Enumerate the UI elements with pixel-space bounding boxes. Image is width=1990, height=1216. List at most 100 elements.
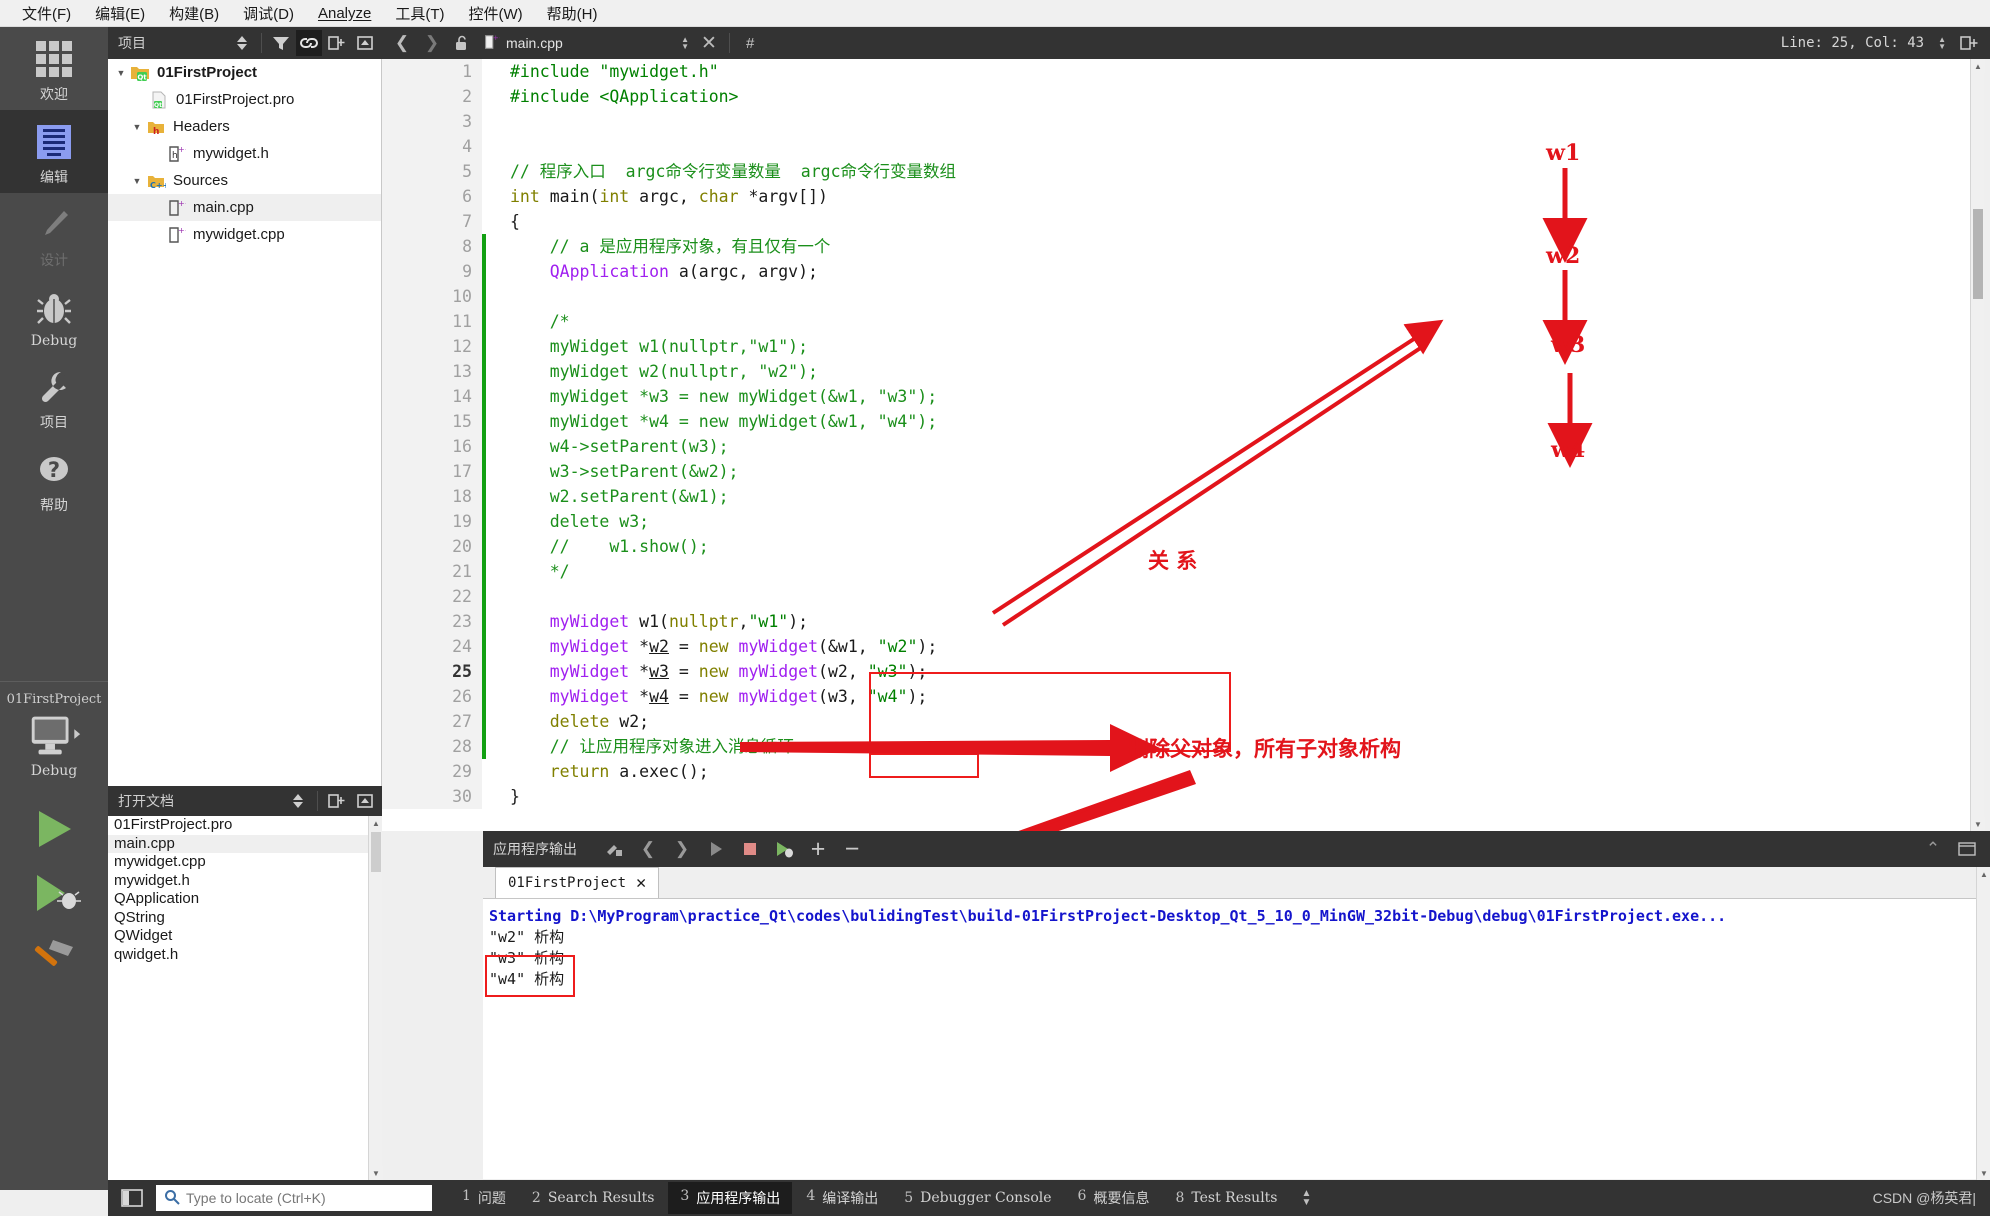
kit-selector[interactable]: 01FirstProject Debug xyxy=(0,681,108,779)
scroll-down-arrow-icon[interactable]: ▼ xyxy=(369,1166,383,1180)
pane-tab-issues[interactable]: 1 问题 xyxy=(450,1182,518,1214)
output-scrollbar[interactable]: ▲ ▼ xyxy=(1976,867,1990,1180)
menu-item-file[interactable]: 文件(F) xyxy=(10,0,83,27)
code-line: delete w3; xyxy=(549,512,650,531)
start-debugging-button[interactable] xyxy=(19,865,89,921)
sidebar-item-design[interactable]: 设计 xyxy=(0,193,108,276)
sidebar-item-projects[interactable]: 项目 xyxy=(0,355,108,438)
list-item[interactable]: main.cpp xyxy=(108,834,381,853)
chevron-down-icon[interactable]: ▼ xyxy=(130,120,144,134)
split-editor-icon[interactable] xyxy=(1956,30,1984,56)
scrollbar-thumb[interactable] xyxy=(1973,209,1983,299)
pane-tab-test-results[interactable]: 8 Test Results xyxy=(1163,1184,1289,1212)
play-icon[interactable] xyxy=(701,835,731,863)
tree-item-headers[interactable]: ▼ h Headers xyxy=(108,113,381,140)
link-sync-icon[interactable] xyxy=(296,30,322,56)
sidebar-item-welcome[interactable]: 欢迎 xyxy=(0,27,108,110)
list-item[interactable]: 01FirstProject.pro xyxy=(108,816,381,835)
split-add-icon[interactable] xyxy=(324,788,350,814)
close-x-icon[interactable]: ✕ xyxy=(636,873,646,893)
editor-scrollbar[interactable]: ▲ ▼ xyxy=(1970,59,1985,831)
output-tab-label: 01FirstProject xyxy=(508,875,627,891)
chevron-left-icon[interactable]: ❮ xyxy=(388,30,416,56)
updown-stepper-icon[interactable]: ▲ ▼ xyxy=(681,36,689,51)
chevron-down-icon[interactable]: ▼ xyxy=(130,174,144,188)
code-line: myWidget *w3 = new myWidget(&w1, "w3"); xyxy=(549,387,938,406)
code-editor[interactable]: 1 2 3 4 5 6 7 8 9 10 11 12 13 14 15 16 1… xyxy=(382,59,1970,831)
chevron-right-icon[interactable]: ❯ xyxy=(418,30,446,56)
sidebar-toggle-icon[interactable] xyxy=(116,1185,148,1211)
tree-item-pro-file[interactable]: Qt 01FirstProject.pro xyxy=(108,86,381,113)
collapse-icon[interactable] xyxy=(352,30,378,56)
code-area[interactable]: 1 2 3 4 5 6 7 8 9 10 11 12 13 14 15 16 1… xyxy=(382,59,1970,809)
list-item[interactable]: qwidget.h xyxy=(108,946,381,965)
list-item[interactable]: QString xyxy=(108,909,381,928)
collapse-icon[interactable] xyxy=(352,788,378,814)
sort-stepper-icon[interactable] xyxy=(229,30,255,56)
list-item[interactable]: mywidget.cpp xyxy=(108,853,381,872)
project-tree[interactable]: ▼ Qt 01FirstProject Qt 01FirstProject.pr… xyxy=(108,59,382,786)
pane-tab-compile-output[interactable]: 4 编译输出 xyxy=(794,1182,890,1214)
menu-item-window[interactable]: 控件(W) xyxy=(457,0,535,27)
tree-item-main-cpp[interactable]: ++ main.cpp xyxy=(108,194,381,221)
filter-icon[interactable] xyxy=(268,30,294,56)
scroll-up-arrow-icon[interactable]: ▲ xyxy=(1977,867,1990,881)
open-documents-scrollbar[interactable]: ▲ ▼ xyxy=(368,816,383,1180)
prev-icon[interactable]: ❮ xyxy=(633,835,663,863)
scrollbar-thumb[interactable] xyxy=(371,832,381,872)
menu-item-build[interactable]: 构建(B) xyxy=(157,0,231,27)
stop-icon[interactable] xyxy=(735,835,765,863)
output-tab-project[interactable]: 01FirstProject ✕ xyxy=(495,867,660,898)
rerun-debug-icon[interactable] xyxy=(769,835,799,863)
tree-item-sources[interactable]: ▼ C++ Sources xyxy=(108,167,381,194)
scroll-down-arrow-icon[interactable]: ▼ xyxy=(1977,1166,1990,1180)
tree-item-mywidget-cpp[interactable]: ++ mywidget.cpp xyxy=(108,221,381,248)
zoom-in-icon[interactable]: + xyxy=(803,835,833,863)
updown-stepper-icon[interactable]: ▲ ▼ xyxy=(1938,36,1946,51)
sidebar-item-edit[interactable]: 编辑 xyxy=(0,110,108,193)
code-line: return a.exec(); xyxy=(549,762,709,781)
tree-item-project[interactable]: ▼ Qt 01FirstProject xyxy=(108,59,381,86)
unlock-icon[interactable] xyxy=(448,30,476,56)
tree-item-mywidget-h[interactable]: h ++ mywidget.h xyxy=(108,140,381,167)
chevron-down-icon[interactable]: ▼ xyxy=(114,66,128,80)
locator-input[interactable]: Type to locate (Ctrl+K) xyxy=(156,1185,432,1211)
menu-item-edit[interactable]: 编辑(E) xyxy=(83,0,157,27)
code-line: */ xyxy=(549,562,570,581)
list-item[interactable]: mywidget.h xyxy=(108,872,381,891)
run-button[interactable] xyxy=(19,801,89,857)
list-item[interactable]: QWidget xyxy=(108,927,381,946)
menu-item-help[interactable]: 帮助(H) xyxy=(535,0,610,27)
zoom-out-icon[interactable]: − xyxy=(837,835,867,863)
scroll-up-arrow-icon[interactable]: ▲ xyxy=(369,816,383,830)
maximize-pane-icon[interactable] xyxy=(1952,835,1982,863)
scroll-up-arrow-icon[interactable]: ▲ xyxy=(1971,59,1985,73)
pane-tab-application-output[interactable]: 3 应用程序输出 xyxy=(668,1182,793,1214)
menu-item-debug[interactable]: 调试(D) xyxy=(231,0,306,27)
symbol-combo[interactable]: # xyxy=(736,35,754,52)
sort-stepper-icon[interactable] xyxy=(285,788,311,814)
pane-tab-search-results[interactable]: 2 Search Results xyxy=(520,1184,666,1212)
pane-tab-debugger-console[interactable]: 5 Debugger Console xyxy=(892,1184,1063,1212)
output-console[interactable]: Starting D:\MyProgram\practice_Qt\codes\… xyxy=(483,899,1990,1179)
pane-tab-general-messages[interactable]: 6 概要信息 xyxy=(1066,1182,1162,1214)
pane-tab-label: 概要信息 xyxy=(1093,1191,1150,1207)
updown-stepper-icon[interactable]: ▲ ▼ xyxy=(1302,1189,1312,1208)
menu-item-tools[interactable]: 工具(T) xyxy=(383,0,456,27)
list-item[interactable]: QApplication xyxy=(108,890,381,909)
code-line: int main(int argc, char *argv[]) xyxy=(510,187,828,206)
sidebar-item-help[interactable]: ? 帮助 xyxy=(0,438,108,521)
code-text-column[interactable]: #include "mywidget.h" #include <QApplica… xyxy=(482,59,1970,809)
chevron-up-icon[interactable]: ⌃ xyxy=(1918,835,1948,863)
next-icon[interactable]: ❯ xyxy=(667,835,697,863)
line-number: 29 xyxy=(452,762,472,781)
editor-file-combo[interactable]: ++ main.cpp ▲▼ xyxy=(478,30,693,56)
split-add-icon[interactable] xyxy=(324,30,350,56)
build-button[interactable] xyxy=(19,929,89,985)
open-documents-list[interactable]: 01FirstProject.pro main.cpp mywidget.cpp… xyxy=(108,816,382,1160)
sidebar-item-debug[interactable]: Debug xyxy=(0,276,108,355)
close-editor-icon[interactable]: ✕ xyxy=(695,30,723,56)
menu-item-analyze[interactable]: Analyze xyxy=(306,2,383,25)
scroll-down-arrow-icon[interactable]: ▼ xyxy=(1971,817,1985,831)
clear-icon[interactable] xyxy=(599,835,629,863)
